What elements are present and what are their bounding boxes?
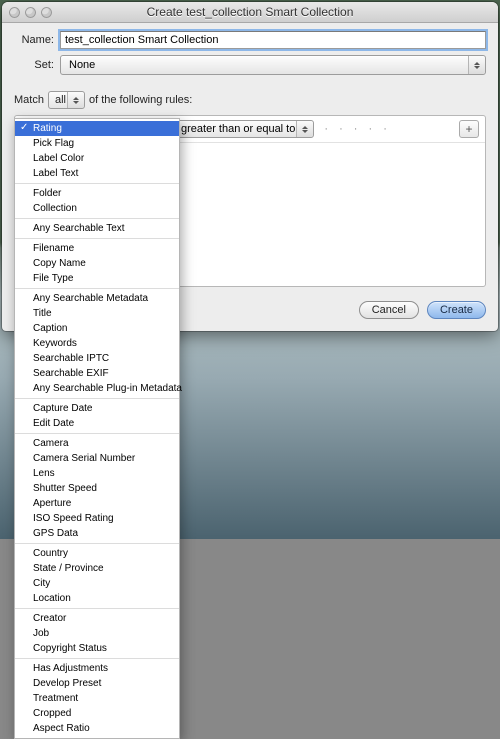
menu-item[interactable]: Job xyxy=(15,626,179,641)
menu-separator xyxy=(15,288,179,289)
menu-item[interactable]: File Type xyxy=(15,271,179,286)
menu-item[interactable]: Collection xyxy=(15,201,179,216)
plus-icon: + xyxy=(465,122,472,136)
create-button[interactable]: Create xyxy=(427,301,486,319)
menu-separator xyxy=(15,543,179,544)
cancel-button[interactable]: Cancel xyxy=(359,301,419,319)
name-input[interactable] xyxy=(60,31,486,49)
menu-item[interactable]: Aspect Ratio xyxy=(15,721,179,736)
menu-item[interactable]: Filename xyxy=(15,241,179,256)
menu-separator xyxy=(15,183,179,184)
menu-item[interactable]: Searchable EXIF xyxy=(15,366,179,381)
add-rule-button[interactable]: + xyxy=(459,120,479,138)
menu-item[interactable]: Capture Date xyxy=(15,401,179,416)
attribute-dropdown-menu[interactable]: RatingPick FlagLabel ColorLabel Text Fold… xyxy=(14,118,180,739)
menu-item[interactable]: Copy Name xyxy=(15,256,179,271)
menu-item[interactable]: Develop Preset xyxy=(15,676,179,691)
menu-item[interactable]: Shutter Speed xyxy=(15,481,179,496)
menu-item[interactable]: Label Text xyxy=(15,166,179,181)
rule-value-display[interactable]: · · · · · xyxy=(320,123,453,135)
menu-item[interactable]: State / Province xyxy=(15,561,179,576)
menu-item[interactable]: City xyxy=(15,576,179,591)
menu-separator xyxy=(15,238,179,239)
menu-separator xyxy=(15,433,179,434)
menu-item[interactable]: Aperture xyxy=(15,496,179,511)
menu-item[interactable]: Pick Flag xyxy=(15,136,179,151)
menu-item[interactable]: Lens xyxy=(15,466,179,481)
menu-item[interactable]: Folder xyxy=(15,186,179,201)
menu-separator xyxy=(15,398,179,399)
updown-icon xyxy=(296,121,313,137)
menu-item[interactable]: Keywords xyxy=(15,336,179,351)
menu-item[interactable]: Has Adjustments xyxy=(15,661,179,676)
updown-icon xyxy=(468,56,485,74)
rule-operator-select[interactable]: is greater than or equal to xyxy=(163,120,314,138)
set-label: Set: xyxy=(14,59,54,71)
rule-operator-value: is greater than or equal to xyxy=(170,123,295,135)
set-select-value: None xyxy=(69,59,95,71)
match-row: Match all of the following rules: xyxy=(2,85,498,115)
menu-item[interactable]: Creator xyxy=(15,611,179,626)
menu-item[interactable]: Treatment xyxy=(15,691,179,706)
menu-item[interactable]: Label Color xyxy=(15,151,179,166)
menu-item[interactable]: Any Searchable Text xyxy=(15,221,179,236)
menu-item[interactable]: Caption xyxy=(15,321,179,336)
match-suffix: of the following rules: xyxy=(89,94,192,106)
menu-item[interactable]: Title xyxy=(15,306,179,321)
menu-item[interactable]: Searchable IPTC xyxy=(15,351,179,366)
menu-separator xyxy=(15,608,179,609)
match-prefix: Match xyxy=(14,94,44,106)
window-title: Create test_collection Smart Collection xyxy=(2,5,498,19)
menu-item[interactable]: Edit Date xyxy=(15,416,179,431)
titlebar[interactable]: Create test_collection Smart Collection xyxy=(2,2,498,23)
name-label: Name: xyxy=(14,34,54,46)
menu-item[interactable]: Any Searchable Metadata xyxy=(15,291,179,306)
menu-item[interactable]: Country xyxy=(15,546,179,561)
menu-item[interactable]: Camera xyxy=(15,436,179,451)
menu-item[interactable]: Any Searchable Plug-in Metadata xyxy=(15,381,179,396)
menu-item[interactable]: Cropped xyxy=(15,706,179,721)
menu-item[interactable]: Rating xyxy=(15,121,179,136)
menu-item[interactable]: Copyright Status xyxy=(15,641,179,656)
menu-item[interactable]: Location xyxy=(15,591,179,606)
match-mode-select[interactable]: all xyxy=(48,91,85,109)
menu-separator xyxy=(15,658,179,659)
set-select[interactable]: None xyxy=(60,55,486,75)
match-mode-value: all xyxy=(55,94,66,106)
menu-item[interactable]: Camera Serial Number xyxy=(15,451,179,466)
menu-item[interactable]: ISO Speed Rating xyxy=(15,511,179,526)
form-area: Name: Set: None xyxy=(2,23,498,85)
menu-separator xyxy=(15,218,179,219)
updown-icon xyxy=(67,92,84,108)
